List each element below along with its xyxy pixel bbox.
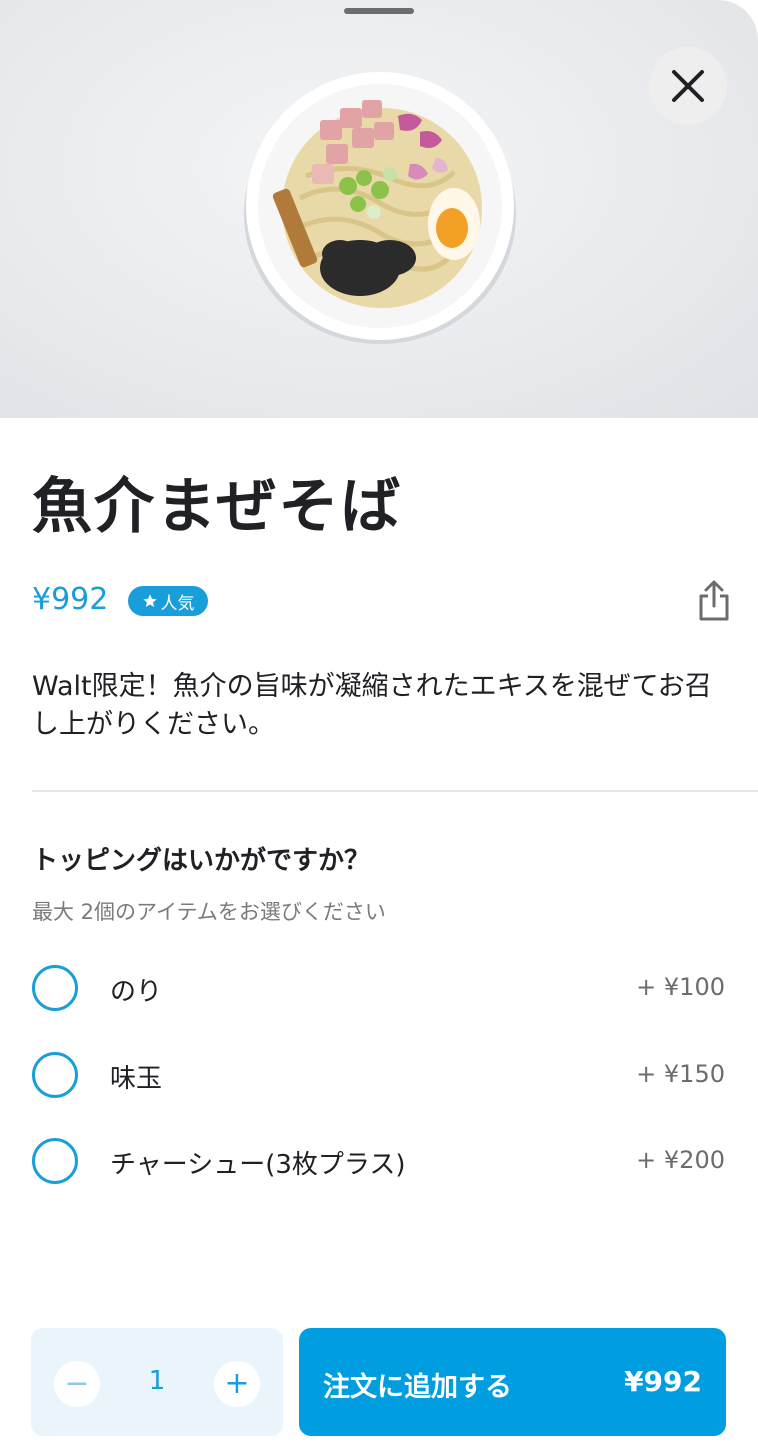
add-to-order-button[interactable]: 注文に追加する ¥992	[299, 1328, 726, 1436]
topping-label: チャーシュー(3枚プラス)	[110, 1150, 406, 1180]
toppings-subtitle: 最大 2個のアイテムをお選びください	[32, 900, 386, 924]
topping-price: + ¥200	[636, 1146, 725, 1174]
share-icon	[699, 580, 729, 621]
quantity-value: 1	[148, 1366, 166, 1396]
item-description: Walt限定！魚介の旨味が凝縮されたエキスを混ぜてお召し上がりください。	[32, 671, 712, 740]
ramen-bowl-image	[244, 72, 516, 344]
topping-label: のり	[110, 977, 163, 1007]
topping-label: 味玉	[110, 1064, 163, 1094]
topping-price: + ¥100	[636, 973, 725, 1001]
topping-price: + ¥150	[636, 1060, 725, 1088]
item-price: ¥992	[32, 582, 109, 617]
sheet-grabber[interactable]	[344, 8, 414, 14]
decrease-quantity-button[interactable]: −	[54, 1361, 100, 1407]
close-button[interactable]	[649, 47, 727, 125]
popular-badge: 人気	[128, 586, 208, 616]
item-title: 魚介まぜそば	[32, 472, 403, 542]
minus-icon: −	[64, 1366, 90, 1401]
topping-option-chashu[interactable]: チャーシュー(3枚プラス) + ¥200	[0, 1126, 758, 1196]
add-to-order-label: 注文に追加する	[323, 1372, 512, 1403]
topping-radio[interactable]	[32, 1138, 78, 1184]
star-icon	[142, 594, 157, 607]
increase-quantity-button[interactable]: +	[214, 1361, 260, 1407]
topping-option-nori[interactable]: のり + ¥100	[0, 953, 758, 1023]
item-image	[0, 0, 758, 418]
topping-option-ajitama[interactable]: 味玉 + ¥150	[0, 1040, 758, 1110]
share-button[interactable]	[697, 578, 731, 622]
item-detail-sheet: 魚介まぜそば ¥992 人気 Walt限定！魚介の旨味が凝縮されたエキスを混ぜて…	[0, 0, 758, 1448]
close-icon	[672, 70, 704, 102]
add-to-order-price: ¥992	[624, 1365, 702, 1398]
quantity-stepper: − 1 +	[31, 1328, 283, 1436]
topping-radio[interactable]	[32, 965, 78, 1011]
toppings-title: トッピングはいかがですか？	[32, 846, 371, 876]
divider	[32, 790, 758, 792]
plus-icon: +	[224, 1366, 250, 1401]
popular-badge-label: 人気	[160, 593, 195, 614]
topping-radio[interactable]	[32, 1052, 78, 1098]
